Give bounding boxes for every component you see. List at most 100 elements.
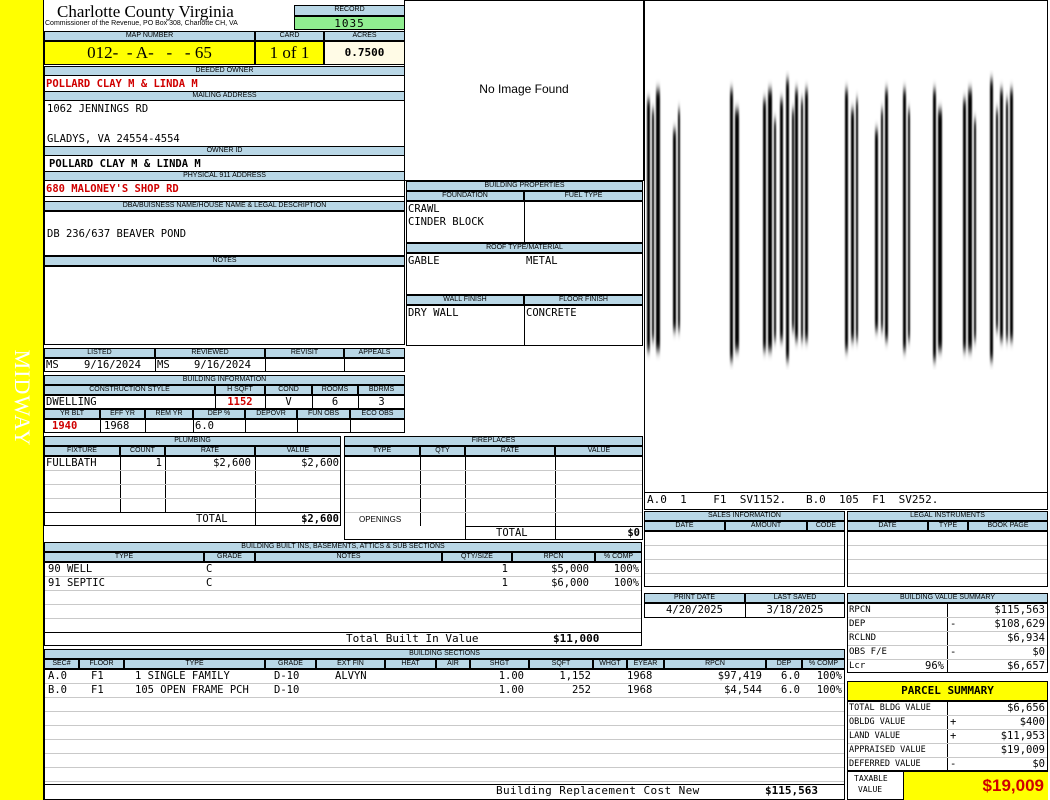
card-header: CARD bbox=[255, 31, 324, 41]
rooms: 6 bbox=[331, 396, 339, 408]
roof-header: ROOF TYPE/MATERIAL bbox=[406, 243, 643, 253]
parcel-label: LAND VALUE bbox=[849, 731, 901, 741]
vs-value-obs: $0 bbox=[1032, 646, 1045, 658]
floor-finish-header: FLOOR FINISH bbox=[524, 295, 643, 305]
plumbing-header: PLUMBING bbox=[44, 436, 341, 446]
record-value: 1035 bbox=[294, 16, 405, 30]
parcel-label: TOTAL BLDG VALUE bbox=[849, 703, 931, 713]
section-cell-floor: F1 bbox=[91, 684, 104, 696]
parcel-summary-title: PARCEL SUMMARY bbox=[847, 681, 1048, 701]
fireplaces-header: FIREPLACES bbox=[344, 436, 643, 446]
bi-rpcn-header: RPCN bbox=[512, 552, 595, 562]
count-header: COUNT bbox=[120, 446, 165, 456]
parcel-value: $11,953 bbox=[1000, 730, 1045, 742]
county-title: Charlotte County Virginia bbox=[57, 2, 234, 21]
bi-grade-header: GRADE bbox=[204, 552, 255, 562]
vs-value-rclnd: $6,934 bbox=[1007, 632, 1045, 644]
section-cell-sec: B.0 bbox=[48, 684, 67, 696]
remyr-header: REM YR bbox=[145, 409, 193, 419]
bi-notes-header: NOTES bbox=[255, 552, 442, 562]
foundation-2: CINDER BLOCK bbox=[408, 216, 484, 228]
dep-header: DEP % bbox=[193, 409, 245, 419]
plumbing-total: $2,600 bbox=[301, 513, 339, 525]
sections-col-header: WHGT bbox=[593, 659, 627, 669]
bi-grade-1: C bbox=[206, 563, 213, 575]
legal-type-header: TYPE bbox=[928, 521, 968, 531]
mailing-address-header: MAILING ADDRESS bbox=[44, 91, 405, 101]
legal-book-header: BOOK PAGE bbox=[968, 521, 1048, 531]
sections-total: $115,563 bbox=[765, 784, 818, 797]
physical-address-header: PHYSICAL 911 ADDRESS bbox=[44, 171, 405, 181]
vs-label-dep: DEP bbox=[849, 619, 866, 629]
bi-grade-2: C bbox=[206, 577, 213, 589]
sections-col-header: GRADE bbox=[265, 659, 316, 669]
foundation-header: FOUNDATION bbox=[406, 191, 524, 201]
legal-date-header: DATE bbox=[847, 521, 928, 531]
last-saved-header: LAST SAVED bbox=[745, 593, 845, 603]
roof-type: GABLE bbox=[408, 255, 440, 267]
sections-col-header: FLOOR bbox=[79, 659, 124, 669]
sections-col-header: % COMP bbox=[802, 659, 845, 669]
parcel-label: DEFERRED VALUE bbox=[849, 759, 921, 769]
sections-col-header: HEAT bbox=[385, 659, 436, 669]
card-number: 1 of 1 bbox=[255, 41, 324, 65]
notes-box bbox=[44, 266, 405, 345]
fp-openings-label: OPENINGS bbox=[359, 515, 402, 524]
appeals-header: APPEALS bbox=[344, 348, 405, 358]
parcel-label: OBLDG VALUE bbox=[849, 717, 906, 727]
builtins-header: BUILDING BUILT INS, BASEMENTS, ATTICS & … bbox=[44, 542, 642, 552]
bi-rpcn-1: $5,000 bbox=[551, 563, 589, 575]
plumbing-count: 1 bbox=[155, 457, 162, 469]
section-cell-sec: A.0 bbox=[48, 670, 67, 682]
cond-header: COND bbox=[265, 385, 312, 395]
style-header: CONSTRUCTION STYLE bbox=[44, 385, 215, 395]
reviewed-header: REVIEWED bbox=[155, 348, 265, 358]
sections-header: BUILDING SECTIONS bbox=[44, 649, 845, 659]
map-number-header: MAP NUMBER bbox=[44, 31, 255, 41]
wall-finish-header: WALL FINISH bbox=[406, 295, 524, 305]
owner-id: POLLARD CLAY M & LINDA M bbox=[49, 158, 201, 170]
sketch-caption: A.0 1 F1 SV1152. B.0 105 F1 SV252. bbox=[647, 493, 939, 506]
value-header: VALUE bbox=[255, 446, 341, 456]
vs-label-lcr: Lcr bbox=[849, 661, 866, 671]
parcel-value: $19,009 bbox=[1000, 744, 1045, 756]
vs-value-dep: $108,629 bbox=[994, 618, 1045, 630]
parcel-value: $0 bbox=[1032, 758, 1045, 770]
section-cell-type: 105 OPEN FRAME PCH bbox=[135, 684, 249, 696]
mailing-line-2: GLADYS, VA 24554-4554 bbox=[47, 133, 180, 145]
sections-total-label: Building Replacement Cost New bbox=[496, 784, 700, 797]
vs-label-obs: OBS F/E bbox=[849, 647, 887, 657]
section-cell-dep: 6.0 bbox=[781, 684, 800, 696]
depreciation: 6.0 bbox=[195, 420, 214, 432]
sections-col-header: TYPE bbox=[124, 659, 265, 669]
mailing-line-1: 1062 JENNINGS RD bbox=[47, 103, 149, 115]
rooms-header: ROOMS bbox=[312, 385, 358, 395]
bi-comp-1: 100% bbox=[613, 563, 639, 575]
listed-date: 9/16/2024 bbox=[84, 359, 141, 371]
legal-description: DB 236/637 BEAVER POND bbox=[47, 228, 187, 240]
vs-pct-lcr: 96% bbox=[925, 660, 944, 672]
sections-col-header: DEP bbox=[766, 659, 802, 669]
section-cell-eyear: 1968 bbox=[627, 684, 653, 696]
deeded-owner-header: DEEDED OWNER bbox=[44, 66, 405, 76]
section-cell-eyear: 1968 bbox=[627, 670, 653, 682]
fp-total: $0 bbox=[627, 527, 640, 539]
fp-total-label: TOTAL bbox=[496, 527, 528, 539]
building-properties-header: BUILDING PROPERTIES bbox=[406, 181, 643, 191]
floor-finish: CONCRETE bbox=[526, 307, 577, 319]
plumbing-value: $2,600 bbox=[301, 457, 339, 469]
bedrooms: 3 bbox=[378, 396, 385, 408]
construction-style: DWELLING bbox=[46, 396, 97, 408]
sales-header: SALES INFORMATION bbox=[644, 511, 845, 521]
revisit-header: REVISIT bbox=[265, 348, 344, 358]
print-date-header: PRINT DATE bbox=[644, 593, 745, 603]
commissioner-address: Commissioner of the Revenue, PO Box 308,… bbox=[45, 20, 238, 27]
hsqft-header: H SQFT bbox=[215, 385, 265, 395]
parcel-value: $6,656 bbox=[1007, 702, 1045, 714]
reviewed-by: MS bbox=[157, 359, 170, 371]
section-cell-rpcn: $4,544 bbox=[724, 684, 762, 696]
section-cell-grade: D-10 bbox=[274, 684, 300, 696]
taxable-value: $19,009 bbox=[903, 772, 1048, 800]
section-cell-rpcn: $97,419 bbox=[717, 670, 762, 682]
bi-type-2: 91 SEPTIC bbox=[48, 577, 105, 589]
